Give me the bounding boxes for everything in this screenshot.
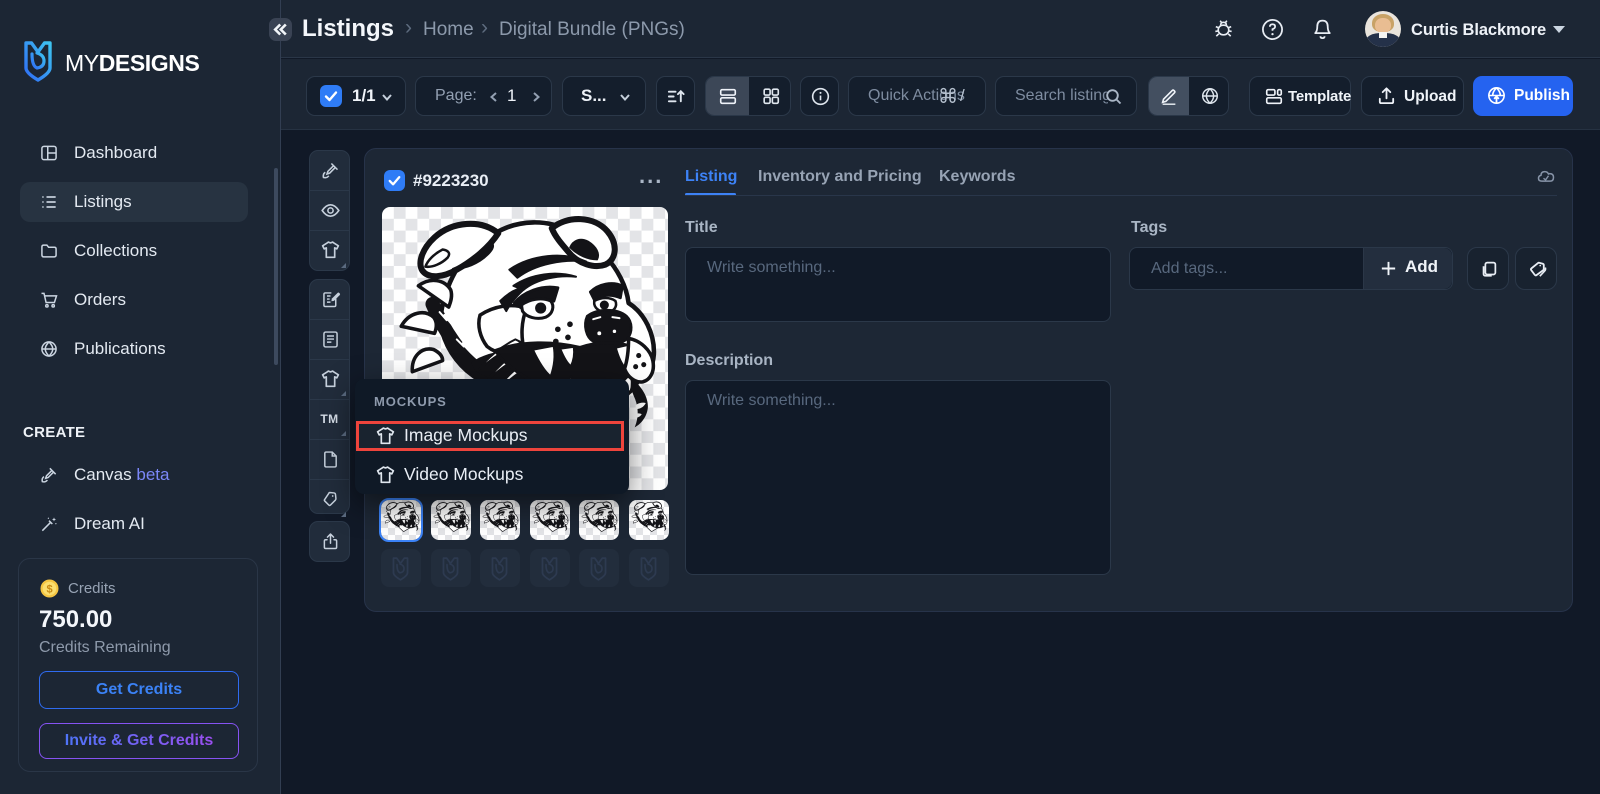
svg-text:$: $ <box>46 584 52 596</box>
